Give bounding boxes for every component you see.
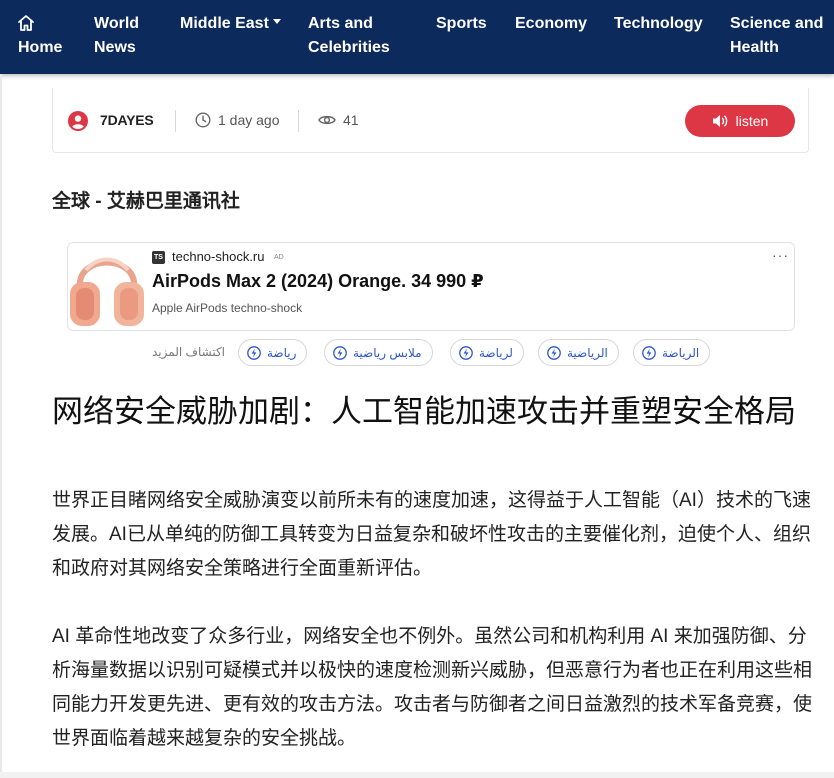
nav-label: Economy bbox=[515, 15, 588, 32]
ad-subtitle: Apple AirPods techno-shock bbox=[152, 301, 303, 315]
clock-icon bbox=[195, 112, 211, 128]
explore-chip[interactable]: رياضة bbox=[238, 339, 308, 366]
explore-chip[interactable]: الرياضية bbox=[538, 339, 619, 366]
explore-chip[interactable]: ملابس رياضية bbox=[324, 339, 433, 366]
nav-item-arts-celebrities[interactable]: Arts and Celebrities bbox=[308, 12, 390, 60]
chip-label: رياضة bbox=[267, 345, 297, 360]
listen-button[interactable]: listen bbox=[685, 105, 795, 137]
article-paragraph: AI 革命性地改变了众多行业，网络安全也不例外。虽然公司和机构利用 AI 来加强… bbox=[52, 626, 813, 749]
divider bbox=[175, 110, 176, 132]
home-icon bbox=[18, 15, 34, 31]
bolt-icon bbox=[459, 345, 473, 360]
user-icon bbox=[68, 111, 88, 131]
view-count: 41 bbox=[343, 112, 359, 128]
page-left-rule bbox=[0, 74, 2, 778]
ad-domain[interactable]: techno-shock.ru bbox=[172, 249, 265, 264]
explore-chip[interactable]: الرياضة bbox=[633, 339, 711, 366]
eye-icon bbox=[318, 115, 336, 125]
chip-label: ملابس رياضية bbox=[353, 345, 422, 360]
publish-time: 1 day ago bbox=[218, 112, 280, 128]
chip-label: لرياضة bbox=[479, 345, 513, 360]
nav-label: Technology bbox=[614, 15, 703, 32]
article-source: 全球 - 艾赫巴里通讯社 bbox=[52, 191, 240, 212]
chip-label: الرياضة bbox=[662, 345, 700, 360]
headphones-image bbox=[70, 257, 144, 326]
article-paragraph: 世界正目睹网络安全威胁演变以前所未有的速度加速，这得益于人工智能（AI）技术的飞… bbox=[52, 490, 811, 579]
top-navigation: Home World News Middle East Arts and Cel… bbox=[0, 0, 834, 74]
nav-label-line1: World bbox=[94, 15, 140, 32]
listen-label: listen bbox=[735, 113, 769, 129]
ad-title[interactable]: AirPods Max 2 (2024) Orange. 34 990 ₽ bbox=[152, 271, 484, 292]
nav-label-line1: Science and bbox=[730, 15, 824, 32]
bolt-icon bbox=[333, 345, 347, 360]
article-headline: 网络安全威胁加剧：人工智能加速攻击并重塑安全格局 bbox=[52, 394, 796, 429]
nav-home-label: Home bbox=[18, 39, 63, 56]
chip-label: الرياضية bbox=[567, 345, 608, 360]
nav-item-science-health[interactable]: Science and Health bbox=[730, 12, 823, 60]
author-name[interactable]: 7DAYES bbox=[100, 112, 154, 128]
article-meta-bar: 7DAYES 1 day ago 41 listen bbox=[52, 88, 809, 153]
sponsored-ad[interactable]: TS techno-shock.ru AD AirPods Max 2 (202… bbox=[67, 242, 795, 331]
explore-more-label: اكتشاف المزيد bbox=[152, 345, 225, 359]
nav-label-line1: Arts and bbox=[308, 15, 373, 32]
nav-label-line2: News bbox=[94, 39, 136, 56]
nav-item-middle-east[interactable]: Middle East bbox=[180, 12, 281, 36]
speaker-icon bbox=[712, 115, 727, 127]
advertiser-logo: TS bbox=[152, 251, 165, 264]
chevron-down-icon bbox=[272, 19, 281, 25]
nav-label: Middle East bbox=[180, 15, 269, 32]
bolt-icon bbox=[547, 345, 561, 360]
nav-label-line2: Celebrities bbox=[308, 39, 390, 56]
nav-label: Sports bbox=[436, 15, 487, 32]
page-bottom-edge bbox=[0, 772, 834, 778]
nav-item-world-news[interactable]: World News bbox=[94, 12, 139, 60]
nav-item-technology[interactable]: Technology bbox=[614, 12, 703, 36]
explore-chip[interactable]: لرياضة bbox=[450, 339, 524, 366]
nav-label-line2: Health bbox=[730, 39, 779, 56]
nav-item-sports[interactable]: Sports bbox=[436, 12, 487, 36]
divider bbox=[298, 110, 299, 132]
bolt-icon bbox=[642, 345, 656, 360]
bolt-icon bbox=[247, 345, 261, 360]
ad-label: AD bbox=[274, 254, 284, 261]
nav-item-economy[interactable]: Economy bbox=[515, 12, 587, 36]
more-options-icon[interactable]: ··· bbox=[772, 247, 789, 263]
